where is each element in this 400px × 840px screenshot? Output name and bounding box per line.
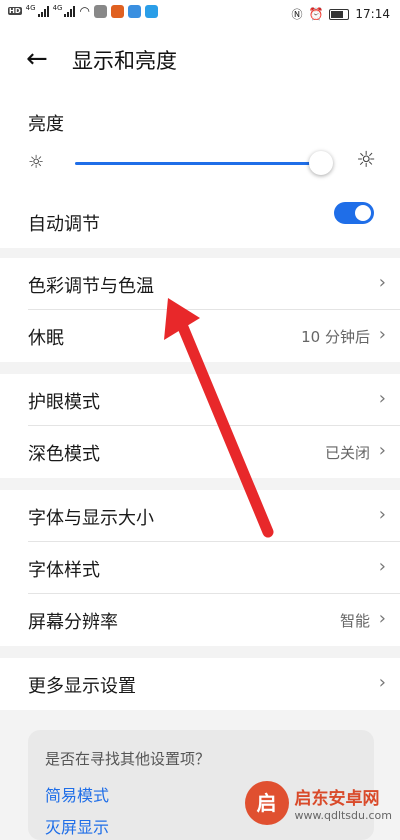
- row-dark-mode[interactable]: 深色模式 已关闭 ›: [0, 426, 400, 478]
- row-font-style[interactable]: 字体样式 ›: [0, 542, 400, 594]
- chevron-right-icon: ›: [378, 272, 386, 293]
- settings-group-eye: 护眼模式 › 深色模式 已关闭 ›: [0, 374, 400, 478]
- page-header: ← 显示和亮度: [0, 30, 400, 90]
- battery-icon: [329, 8, 350, 20]
- app-notification-icon-2: [110, 4, 124, 18]
- brightness-track[interactable]: [75, 162, 326, 165]
- row-more-display[interactable]: 更多显示设置 ›: [0, 658, 400, 710]
- brightness-slider[interactable]: ☼ ☼: [28, 150, 376, 176]
- chevron-right-icon: ›: [378, 608, 386, 629]
- row-label: 休眠: [28, 328, 64, 349]
- brightness-label: 亮度: [28, 114, 64, 135]
- auto-adjust-toggle[interactable]: [334, 202, 374, 224]
- suggestion-question: 是否在寻找其他设置项？: [45, 750, 211, 768]
- row-label: 深色模式: [28, 444, 100, 465]
- brightness-card: 亮度 ☼ ☼ 自动调节: [0, 90, 400, 248]
- row-label: 字体与显示大小: [28, 508, 154, 529]
- settings-group-font: 字体与显示大小 › 字体样式 › 屏幕分辨率 智能 ›: [0, 490, 400, 646]
- app-notification-icon: [93, 4, 107, 18]
- link-simple-mode[interactable]: 简易模式: [45, 782, 109, 806]
- settings-group-color: 色彩调节与色温 › 休眠 10 分钟后 ›: [0, 258, 400, 362]
- network-type-2: 4G: [52, 4, 63, 12]
- wifi-icon: ◠: [79, 4, 90, 18]
- signal-icon: [37, 5, 49, 17]
- back-arrow-icon[interactable]: ←: [26, 44, 48, 74]
- watermark-name: 启东安卓网: [294, 789, 380, 809]
- chevron-right-icon: ›: [378, 556, 386, 577]
- network-type-1: 4G: [25, 4, 36, 12]
- app-notification-icon-4: [144, 4, 158, 18]
- brightness-thumb[interactable]: [308, 151, 333, 175]
- row-value: 10 分钟后: [301, 328, 370, 346]
- row-eye-comfort[interactable]: 护眼模式 ›: [0, 374, 400, 426]
- app-notification-icon-3: [127, 4, 141, 18]
- chevron-right-icon: ›: [378, 440, 386, 461]
- watermark: 启 启东安卓网 www.qdltsdu.com: [244, 781, 393, 825]
- row-sleep[interactable]: 休眠 10 分钟后 ›: [0, 310, 400, 362]
- row-label: 更多显示设置: [28, 676, 136, 697]
- signal-icon-2: [64, 5, 76, 17]
- status-right: Ⓝ ⏰ 17:14: [291, 6, 390, 22]
- status-left: HD 4G 4G ◠: [8, 4, 158, 18]
- alarm-icon: ⏰: [308, 7, 324, 21]
- chevron-right-icon: ›: [378, 388, 386, 409]
- status-time: 17:14: [355, 7, 390, 21]
- row-value: 已关闭: [324, 444, 370, 462]
- auto-adjust-label: 自动调节: [28, 214, 100, 235]
- row-label: 字体样式: [28, 560, 100, 581]
- chevron-right-icon: ›: [378, 504, 386, 525]
- sun-large-icon: ☼: [356, 148, 376, 173]
- chevron-right-icon: ›: [378, 672, 386, 693]
- row-font-size[interactable]: 字体与显示大小 ›: [0, 490, 400, 542]
- row-label: 护眼模式: [28, 392, 100, 413]
- page-title: 显示和亮度: [72, 49, 177, 73]
- watermark-url: www.qdltsdu.com: [294, 809, 393, 822]
- row-resolution[interactable]: 屏幕分辨率 智能 ›: [0, 594, 400, 646]
- watermark-logo: 启: [244, 781, 289, 825]
- row-value: 智能: [339, 612, 370, 630]
- row-label: 色彩调节与色温: [28, 276, 154, 297]
- row-color-temperature[interactable]: 色彩调节与色温 ›: [0, 258, 400, 310]
- sun-small-icon: ☼: [28, 152, 45, 173]
- nfc-icon: Ⓝ: [291, 8, 303, 21]
- link-screen-off-display[interactable]: 灭屏显示: [45, 814, 109, 838]
- hd-icon: HD: [8, 7, 22, 15]
- row-label: 屏幕分辨率: [28, 612, 118, 633]
- status-bar: HD 4G 4G ◠ Ⓝ ⏰ 17:14: [0, 0, 400, 30]
- settings-group-more: 更多显示设置 ›: [0, 658, 400, 710]
- chevron-right-icon: ›: [378, 324, 386, 345]
